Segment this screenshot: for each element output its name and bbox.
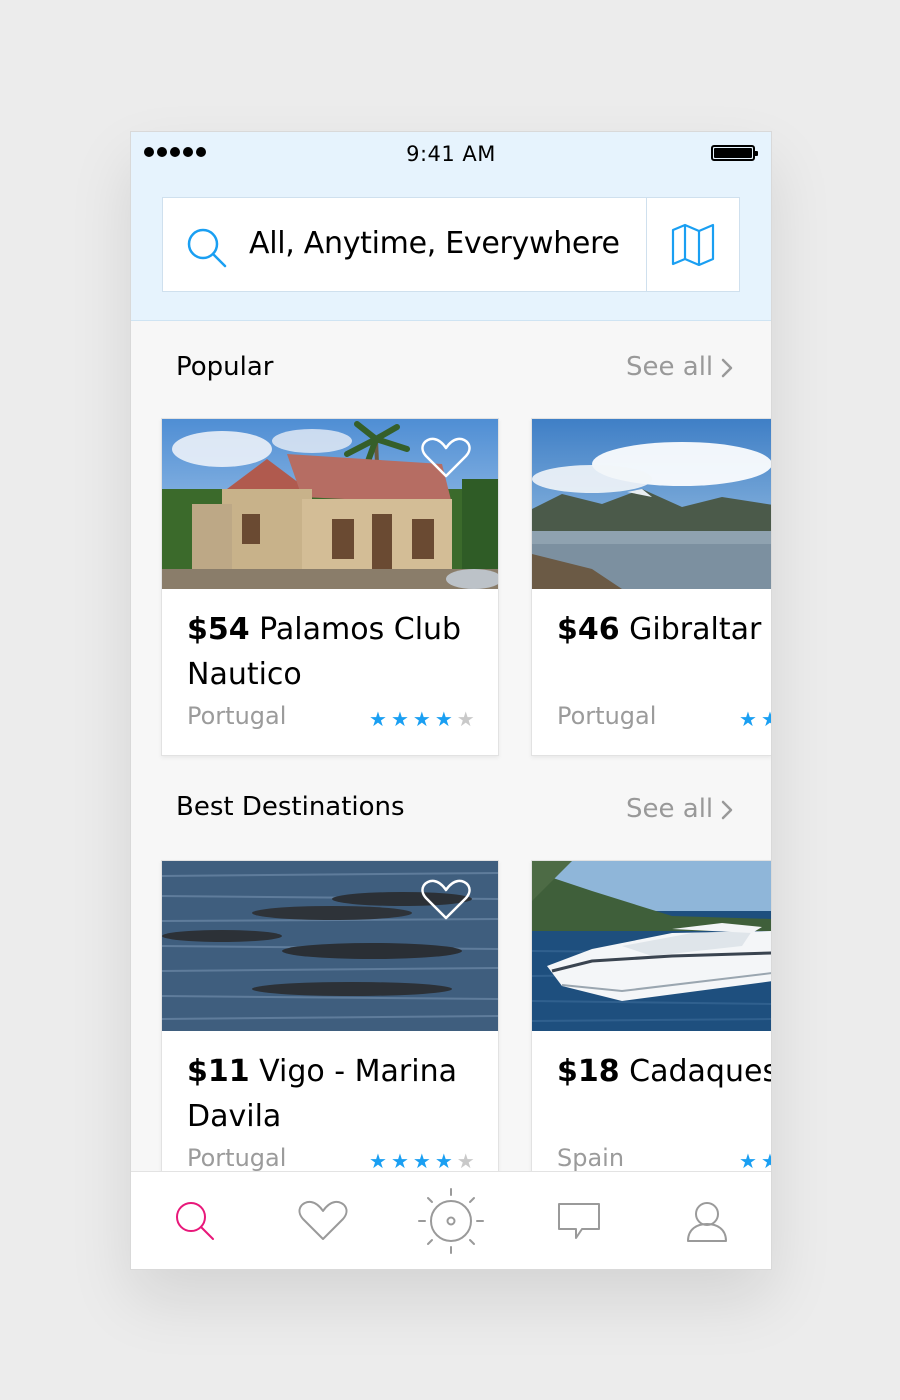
star-rating: ★ ★ ★ ★ ★ xyxy=(739,707,771,731)
destination-card[interactable]: $11 Vigo - Marina Davila Portugal ★ ★ ★ … xyxy=(161,860,499,1198)
status-bar: 9:41 AM xyxy=(131,132,771,176)
star-icon: ★ xyxy=(369,1149,387,1173)
chevron-right-icon xyxy=(721,358,733,378)
star-icon: ★ xyxy=(390,707,409,731)
map-icon xyxy=(671,223,715,266)
heart-icon xyxy=(298,1200,348,1240)
see-all-popular-link[interactable]: See all xyxy=(626,352,733,382)
see-all-best-destinations-link[interactable]: See all xyxy=(626,794,733,824)
header: 9:41 AM All, Anytime, Everywhere xyxy=(131,132,771,321)
star-icon: ★ xyxy=(739,707,757,731)
card-title: $46 Gibraltar xyxy=(557,607,771,652)
yacht-photo xyxy=(532,861,771,1031)
section-title-best-destinations: Best Destinations xyxy=(176,792,405,822)
card-name: Cadaques Mooring buoy xyxy=(629,1054,772,1089)
search-icon xyxy=(187,228,227,268)
status-time: 9:41 AM xyxy=(406,142,496,166)
battery-icon xyxy=(711,145,758,161)
heart-icon[interactable] xyxy=(420,436,472,480)
heart-icon[interactable] xyxy=(420,878,472,922)
tab-search[interactable] xyxy=(131,1172,259,1269)
star-rating: ★ ★ ★ ★ ★ xyxy=(369,709,475,729)
tab-favorites[interactable] xyxy=(259,1172,387,1269)
map-button[interactable] xyxy=(647,198,739,291)
card-price: $11 xyxy=(187,1054,250,1089)
star-icon: ★ xyxy=(739,1149,757,1173)
card-title: $11 Vigo - Marina Davila xyxy=(187,1049,487,1139)
star-icon: ★ xyxy=(456,707,475,731)
chat-icon xyxy=(558,1203,600,1239)
card-country: Portugal xyxy=(557,702,657,730)
card-price: $18 xyxy=(557,1054,620,1089)
destination-card[interactable]: $46 Gibraltar Portugal ★ ★ ★ ★ ★ xyxy=(531,418,771,756)
phone-screen: 9:41 AM All, Anytime, Everywhere Popular… xyxy=(130,131,772,1270)
star-rating: ★ ★ ★ ★ ★ xyxy=(369,1151,475,1171)
tab-messages[interactable] xyxy=(515,1172,643,1269)
star-icon: ★ xyxy=(761,1151,771,1171)
star-icon: ★ xyxy=(434,1149,453,1173)
search-icon xyxy=(176,1202,214,1240)
card-price: $46 xyxy=(557,612,620,647)
card-price: $54 xyxy=(187,612,250,647)
mountain-lake-photo xyxy=(532,419,771,589)
profile-icon xyxy=(687,1202,727,1242)
search-bar[interactable]: All, Anytime, Everywhere xyxy=(162,197,740,292)
card-name: Gibraltar xyxy=(629,612,762,647)
search-input[interactable]: All, Anytime, Everywhere xyxy=(249,226,620,261)
see-all-label: See all xyxy=(626,794,714,824)
card-country: Portugal xyxy=(187,702,287,730)
destination-card[interactable]: $18 Cadaques Mooring buoy Spain ★ ★ ★ ★ … xyxy=(531,860,772,1198)
section-title-popular: Popular xyxy=(176,352,274,382)
card-title: $54 Palamos Club Nautico xyxy=(187,607,487,697)
card-title: $18 Cadaques Mooring buoy xyxy=(557,1049,772,1094)
star-icon: ★ xyxy=(434,707,453,731)
sun-icon xyxy=(418,1188,484,1254)
star-icon: ★ xyxy=(761,709,771,729)
see-all-label: See all xyxy=(626,352,714,382)
star-icon: ★ xyxy=(369,707,387,731)
card-country: Portugal xyxy=(187,1144,287,1172)
destination-card[interactable]: $54 Palamos Club Nautico Portugal ★ ★ ★ … xyxy=(161,418,499,756)
star-rating: ★ ★ ★ ★ ★ xyxy=(739,1149,771,1173)
star-icon: ★ xyxy=(412,707,431,731)
star-icon: ★ xyxy=(390,1149,409,1173)
card-country: Spain xyxy=(557,1144,625,1172)
chevron-right-icon xyxy=(721,800,733,820)
tab-profile[interactable] xyxy=(643,1172,771,1269)
star-icon: ★ xyxy=(412,1149,431,1173)
star-icon: ★ xyxy=(456,1149,475,1173)
tab-explore[interactable] xyxy=(387,1172,515,1269)
tab-bar xyxy=(131,1171,771,1269)
